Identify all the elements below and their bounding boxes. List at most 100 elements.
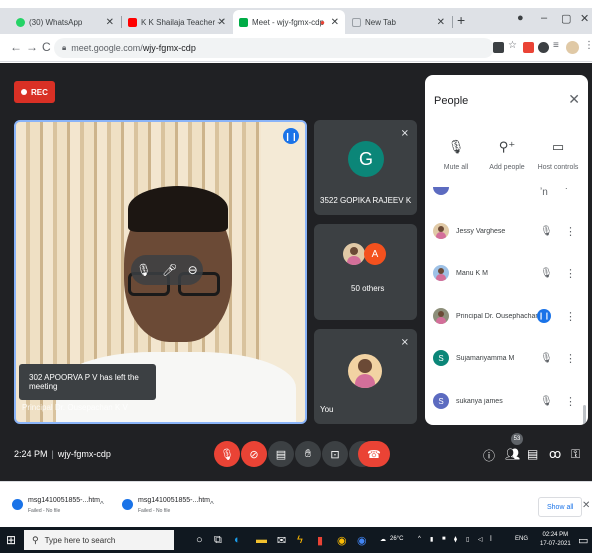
host-controls-button[interactable]: ▭ Host controls bbox=[531, 139, 585, 171]
app-lightning-icon[interactable]: ϟ bbox=[297, 534, 303, 546]
download-status: Failed - No file bbox=[138, 508, 171, 514]
system-clock[interactable]: 02:24 PM 17-07-2021 bbox=[540, 531, 571, 549]
list-item[interactable]: S sukanya james 🎙︎ ⋮ bbox=[425, 388, 588, 414]
muted-mic-icon: ⨯ bbox=[400, 128, 409, 139]
list-item[interactable]: Jessy Varghese 🎙︎ ⋮ bbox=[425, 218, 588, 244]
chevron-up-icon[interactable]: ^ bbox=[100, 500, 104, 509]
tray-pen-icon[interactable]: ꟾ bbox=[490, 536, 492, 543]
address-bar[interactable]: 🔒︎ meet.google.com/wjy-fgmx-cdp bbox=[54, 38, 494, 58]
mic-off-icon: 🎙︎ bbox=[220, 448, 234, 461]
edge-icon[interactable]: ◐ bbox=[234, 534, 241, 546]
more-options-icon[interactable]: ⋮ bbox=[565, 395, 576, 408]
mic-icon[interactable]: 🎤︎ bbox=[162, 263, 177, 277]
mute-participant-icon[interactable]: 🎙︎ bbox=[136, 263, 151, 277]
mail-icon[interactable]: ✉ bbox=[277, 534, 286, 547]
input-language[interactable]: ENG bbox=[515, 536, 528, 542]
close-window-icon[interactable]: ✕ bbox=[580, 12, 589, 25]
profile-avatar[interactable] bbox=[566, 41, 579, 54]
more-options-icon[interactable]: ˙ bbox=[565, 187, 569, 199]
back-icon[interactable]: ← bbox=[10, 40, 22, 54]
cortana-icon[interactable]: ○ bbox=[196, 534, 203, 546]
host-lock-icon[interactable]: ⚿ bbox=[571, 447, 580, 462]
panel-scrollbar[interactable] bbox=[583, 405, 586, 425]
chat-icon[interactable]: ▤ bbox=[527, 447, 538, 461]
captions-button[interactable]: ▤ bbox=[268, 441, 294, 467]
present-icon: ⊡ bbox=[330, 448, 340, 461]
cast-icon[interactable] bbox=[493, 42, 504, 53]
close-tab-icon[interactable]: ✕ bbox=[218, 17, 226, 28]
tab-youtube[interactable]: K K Shailaja Teacher - YouTube ✕ bbox=[122, 10, 232, 34]
activities-icon[interactable]: ꝏ bbox=[549, 447, 561, 461]
present-button[interactable]: ⊡ bbox=[322, 441, 348, 467]
add-person-icon: ⚲⁺ bbox=[498, 139, 516, 154]
mute-all-button[interactable]: 🎙︎ Mute all bbox=[429, 139, 483, 171]
add-people-button[interactable]: ⚲⁺ Add people bbox=[480, 139, 534, 171]
participant-avatar: A bbox=[364, 243, 386, 265]
tab-whatsapp[interactable]: (30) WhatsApp ✕ bbox=[10, 10, 120, 34]
restore-icon[interactable]: ▢ bbox=[561, 12, 571, 25]
chevron-up-icon[interactable]: ^ bbox=[210, 500, 214, 509]
tab-title: New Tab bbox=[365, 17, 396, 27]
close-tab-icon[interactable]: ✕ bbox=[331, 17, 339, 28]
participant-tile-others[interactable]: A 50 others bbox=[314, 224, 417, 320]
weather-icon[interactable]: ☁ bbox=[380, 536, 386, 543]
profile-dot-icon[interactable]: ● bbox=[517, 12, 524, 24]
list-item[interactable]: Principal Dr. Ousephachan ... ❙❙ ⋮ bbox=[425, 303, 588, 329]
task-view-icon[interactable]: ⧉ bbox=[214, 534, 222, 547]
mic-toggle-button[interactable]: 🎙︎ bbox=[214, 441, 240, 467]
notifications-icon[interactable]: ▭ bbox=[578, 534, 588, 547]
tab-title: (30) WhatsApp bbox=[29, 17, 83, 27]
taskbar-search-placeholder: Type here to search bbox=[44, 535, 116, 545]
more-options-icon[interactable]: ⋮ bbox=[565, 352, 576, 365]
leave-call-button[interactable]: ☎︎ bbox=[358, 441, 390, 467]
self-avatar bbox=[348, 354, 382, 388]
tray-volume-icon[interactable]: ◁ bbox=[478, 536, 483, 543]
tray-battery-icon[interactable]: ▯ bbox=[466, 536, 469, 543]
list-item[interactable]: Manu K M 🎙︎ ⋮ bbox=[425, 260, 588, 286]
close-panel-icon[interactable]: ✕ bbox=[568, 91, 580, 108]
tray-network-icon[interactable]: ⧫ bbox=[454, 536, 457, 543]
download-item[interactable]: msg1410051855-...htm Failed - No file ^ bbox=[6, 494, 116, 520]
tray-display-icon[interactable]: ■ bbox=[442, 536, 446, 542]
participant-name: Manu K M bbox=[456, 269, 488, 277]
chrome-icon[interactable]: ◉ bbox=[337, 534, 347, 547]
meeting-details-icon[interactable]: ⓘ bbox=[483, 447, 495, 464]
taskbar-search[interactable]: ⚲ Type here to search bbox=[24, 530, 174, 550]
more-options-icon[interactable]: ⋮ bbox=[565, 267, 576, 280]
people-icon[interactable]: 👥︎ bbox=[505, 447, 520, 461]
close-tab-icon[interactable]: ✕ bbox=[437, 17, 445, 28]
muted-mic-icon: 🎙︎ bbox=[540, 225, 553, 237]
new-tab-button[interactable]: + bbox=[457, 12, 465, 28]
reload-icon[interactable]: C bbox=[42, 40, 51, 54]
show-all-downloads-button[interactable]: Show all bbox=[538, 497, 583, 517]
more-options-icon[interactable]: ⋮ bbox=[565, 310, 576, 323]
tray-app-icon[interactable]: ▮ bbox=[430, 536, 433, 543]
tray-chevron-icon[interactable]: ^ bbox=[418, 536, 421, 542]
remove-participant-icon[interactable]: ⊖ bbox=[188, 263, 198, 277]
extension-red-icon[interactable] bbox=[523, 42, 534, 53]
self-view-tile[interactable]: ⨯ You bbox=[314, 329, 417, 424]
tab-new-tab[interactable]: New Tab ✕ bbox=[346, 10, 451, 34]
participant-photo-avatar bbox=[343, 243, 365, 265]
raise-hand-button[interactable]: ✋︎ bbox=[295, 441, 321, 467]
record-dot-icon bbox=[21, 89, 27, 95]
bookmark-star-icon[interactable]: ☆ bbox=[508, 40, 519, 51]
app-blue-icon[interactable]: ◉ bbox=[357, 534, 367, 547]
reading-list-icon[interactable]: ≡ bbox=[553, 40, 564, 51]
close-tab-icon[interactable]: ✕ bbox=[106, 17, 114, 28]
minimize-icon[interactable]: – bbox=[541, 12, 547, 24]
close-downloads-icon[interactable]: ✕ bbox=[582, 500, 590, 511]
menu-kebab-icon[interactable]: ⋮ bbox=[584, 40, 592, 51]
office-icon[interactable]: ▮ bbox=[317, 534, 323, 547]
windows-start-icon[interactable]: ⊞ bbox=[6, 533, 16, 547]
list-item[interactable]: S Sujamariyamma M 🎙︎ ⋮ bbox=[425, 345, 588, 371]
main-video-tile[interactable]: ❙❙ 🎙︎ 🎤︎ ⊖ 302 APOORVA P V has left the … bbox=[14, 120, 307, 424]
download-item[interactable]: msg1410051855-...htm Failed - No file ^ bbox=[116, 494, 226, 520]
more-options-icon[interactable]: ⋮ bbox=[565, 225, 576, 238]
participant-tile-gopika[interactable]: G ⨯ 3522 GOPIKA RAJEEV K bbox=[314, 120, 417, 215]
camera-toggle-button[interactable]: ⊘ bbox=[241, 441, 267, 467]
tab-meet[interactable]: Meet - wjy-fgmx-cdp ● ✕ bbox=[233, 10, 345, 34]
extensions-puzzle-icon[interactable] bbox=[538, 42, 549, 53]
forward-icon[interactable]: → bbox=[26, 40, 38, 54]
file-explorer-icon[interactable]: ▬ bbox=[256, 534, 267, 546]
